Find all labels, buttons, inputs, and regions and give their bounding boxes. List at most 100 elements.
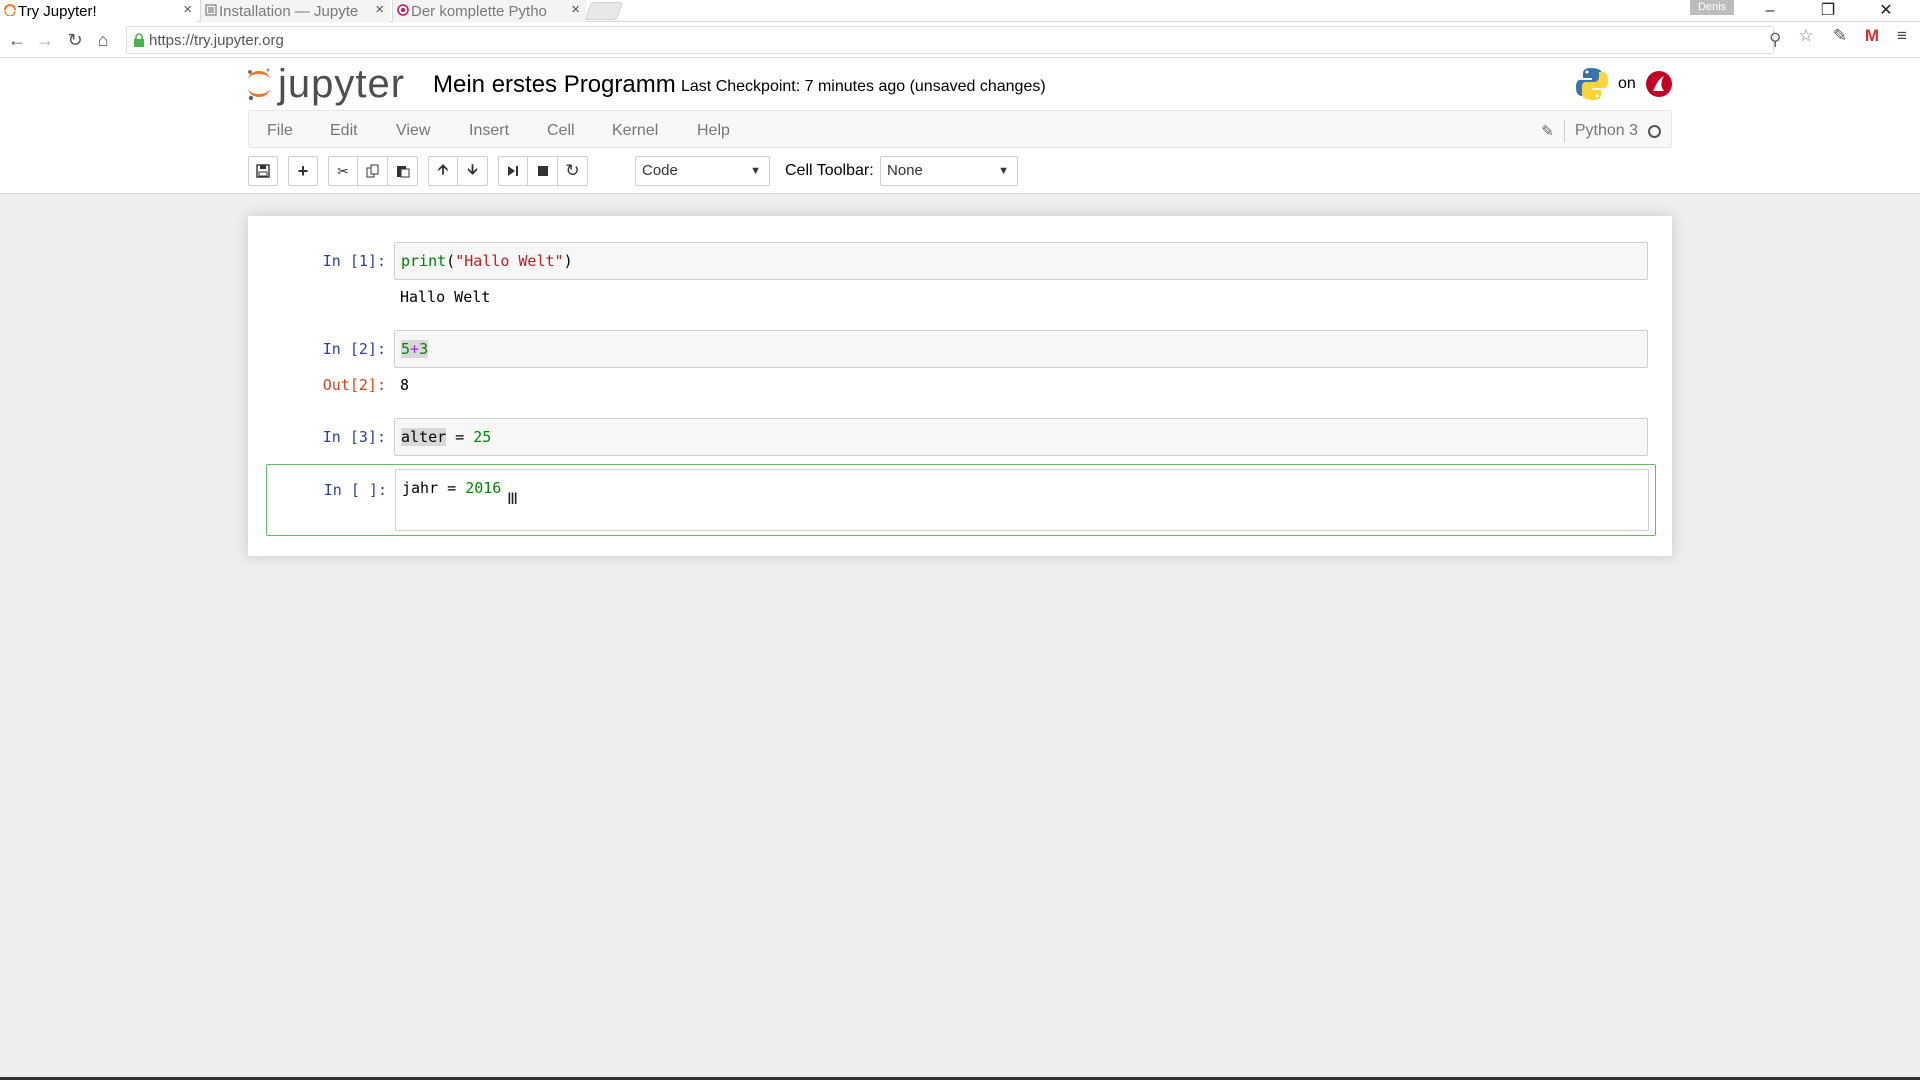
browser-tab-try-jupyter[interactable]: Try Jupyter! × [0, 0, 198, 22]
code-cell[interactable]: In [2]: 5+3 Out[2]: 8 [266, 330, 1654, 402]
minimize-icon[interactable]: – [1748, 0, 1792, 22]
window-close-icon[interactable]: ✕ [1864, 0, 1908, 22]
notebook-menubar: File Edit View Insert Cell Kernel Help ✎… [248, 110, 1672, 148]
tab-close-icon[interactable]: × [571, 1, 580, 18]
code-token: 5 [401, 340, 411, 358]
cell-type-value: Code [642, 162, 678, 179]
code-token: ( [446, 252, 456, 270]
dropdown-caret-icon: ▼ [750, 165, 761, 177]
code-token: alter [401, 428, 447, 446]
kernel-idle-indicator-icon [1648, 124, 1661, 138]
restart-kernel-button[interactable]: ↻ [558, 156, 588, 186]
menu-kernel[interactable]: Kernel [612, 122, 658, 140]
code-editor-active[interactable]: jahr = 2016 [395, 469, 1649, 531]
code-cell[interactable]: In [1]: print("Hallo Welt") Hallo Welt [266, 242, 1654, 312]
notebook-toolbar: + ✂ 🡩 🡫 ↻ Code ▼ Cell Toolbar: None ▼ [248, 156, 1672, 186]
tab-label: Try Jupyter! [18, 2, 97, 20]
code-token: print [401, 252, 447, 270]
tab-close-icon[interactable]: × [183, 1, 192, 18]
step-forward-icon [508, 166, 518, 176]
browser-menu-icon[interactable]: ≡ [1890, 26, 1914, 50]
code-cell[interactable]: In [3]: alter = 25 [266, 418, 1654, 458]
zoom-icon[interactable]: ⚲ [1769, 30, 1781, 50]
menu-cell[interactable]: Cell [547, 122, 575, 140]
menu-help[interactable]: Help [697, 122, 730, 140]
save-button[interactable] [248, 156, 278, 186]
code-cell-selected[interactable]: In [ ]: jahr = 2016 Ⅲ [266, 464, 1656, 536]
paste-button[interactable] [388, 156, 418, 186]
interrupt-kernel-button[interactable] [528, 156, 558, 186]
plus-icon: + [297, 160, 309, 181]
code-editor[interactable]: 5+3 [394, 330, 1648, 368]
floppy-disk-icon [256, 164, 270, 178]
checkpoint-status: Last Checkpoint: 7 minutes ago (unsaved … [681, 78, 1046, 95]
cell-toolbar-select[interactable]: None ▼ [880, 156, 1018, 186]
url-text: https://try.jupyter.org [149, 32, 284, 49]
code-token: 25 [473, 428, 492, 446]
menu-file[interactable]: File [267, 122, 293, 140]
restore-icon[interactable]: ❐ [1806, 0, 1850, 22]
input-prompt: In [3]: [322, 428, 386, 446]
paste-icon [396, 166, 409, 178]
code-editor[interactable]: print("Hallo Welt") [394, 242, 1648, 280]
cell-toolbar-value: None [887, 162, 923, 179]
bookmark-star-icon[interactable]: ☆ [1794, 26, 1818, 50]
tab-label: Installation — Jupyte [219, 2, 359, 20]
kernel-status: ✎ Python 3 [1541, 120, 1661, 142]
jupyter-wordmark: jupyter [278, 62, 406, 106]
back-arrow-icon[interactable]: ← [4, 27, 30, 53]
menu-view[interactable]: View [396, 122, 430, 140]
python-on-rackspace: on [1574, 64, 1674, 104]
tab-label: Der komplette Pytho [411, 2, 547, 20]
lock-icon [134, 33, 144, 47]
code-token: 3 [419, 340, 429, 358]
arrow-down-icon: 🡫 [467, 161, 478, 177]
dropdown-caret-icon: ▼ [998, 165, 1009, 177]
code-token: = [446, 428, 474, 446]
code-editor[interactable]: alter = 25 [394, 418, 1648, 456]
input-prompt: In [2]: [322, 340, 386, 358]
jupyter-favicon-icon [4, 4, 16, 16]
jupyter-header: jupyter Mein erstes Programm Last Checkp… [0, 58, 1920, 110]
cell-type-select[interactable]: Code ▼ [635, 156, 770, 186]
new-tab-button[interactable] [584, 2, 624, 20]
kernel-separator [1563, 120, 1565, 142]
copy-button[interactable] [358, 156, 388, 186]
insert-cell-button[interactable]: + [288, 156, 318, 186]
tab-close-icon[interactable]: × [375, 1, 384, 18]
notebook-title[interactable]: Mein erstes Programm [433, 71, 676, 99]
code-token: "Hallo Welt" [455, 252, 564, 270]
restart-icon: ↻ [565, 161, 580, 180]
browser-tab-der-komplette[interactable]: Der komplette Pytho × [392, 0, 586, 22]
text-cursor-icon: Ⅲ [507, 491, 519, 508]
extension-pen-icon[interactable]: ✎ [1828, 26, 1852, 50]
code-token: ) [563, 252, 573, 270]
browser-tab-installation[interactable]: Installation — Jupyte × [200, 0, 390, 22]
gmail-extension-icon[interactable]: M [1860, 26, 1884, 50]
home-icon[interactable]: ⌂ [90, 27, 116, 53]
reload-icon[interactable]: ↻ [62, 27, 88, 53]
jupyter-logo-icon [248, 68, 270, 101]
code-token: + [410, 340, 420, 358]
edit-mode-pencil-icon: ✎ [1541, 123, 1554, 140]
profile-badge[interactable]: Denis [1690, 0, 1734, 15]
stop-icon [537, 166, 548, 176]
forward-arrow-icon[interactable]: → [32, 27, 58, 53]
cell-toolbar-label: Cell Toolbar: [785, 162, 874, 179]
move-up-button[interactable]: 🡩 [428, 156, 458, 186]
move-down-button[interactable]: 🡫 [458, 156, 488, 186]
menu-edit[interactable]: Edit [330, 122, 358, 140]
menu-insert[interactable]: Insert [469, 122, 509, 140]
arrow-up-icon: 🡩 [437, 161, 449, 177]
execute-result: 8 [400, 376, 410, 394]
address-bar[interactable]: https://try.jupyter.org ⚲ [126, 26, 1781, 54]
cut-button[interactable]: ✂ [328, 156, 358, 186]
notebook-menubar-container: File Edit View Insert Cell Kernel Help ✎… [0, 110, 1920, 194]
scissors-icon: ✂ [337, 162, 349, 179]
code-token: jahr [402, 479, 439, 497]
kernel-name[interactable]: Python 3 [1575, 122, 1638, 140]
code-token: 2016 [465, 479, 502, 497]
run-cell-button[interactable] [498, 156, 528, 186]
browser-toolbar: ← → ↻ ⌂ https://try.jupyter.org ⚲ ☆ ✎ M … [0, 22, 1920, 58]
jupyter-logo[interactable]: jupyter [246, 64, 405, 104]
